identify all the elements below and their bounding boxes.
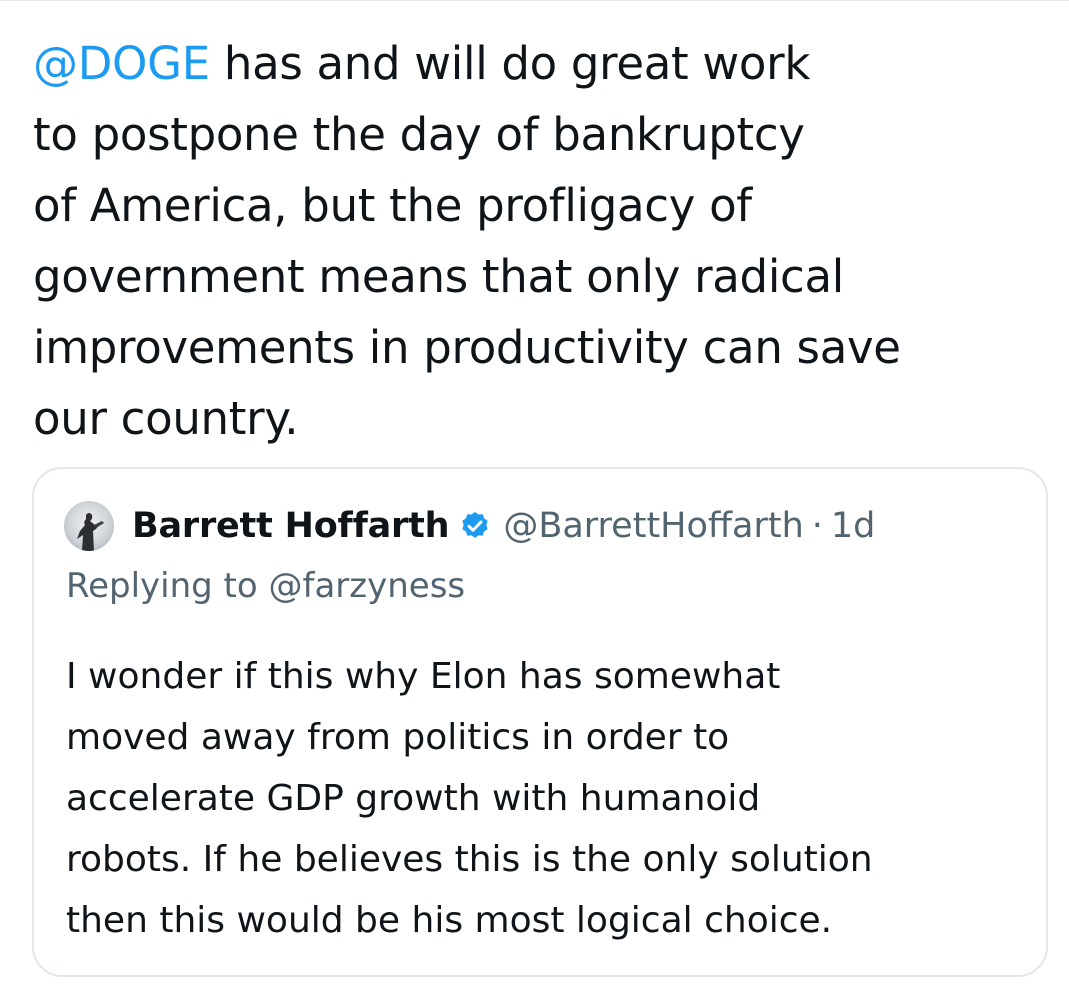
user-handle[interactable]: @BarrettHoffarth (503, 506, 803, 546)
replying-to-handle[interactable]: @farzyness (269, 566, 466, 606)
separator-dot: · (811, 506, 823, 546)
quoted-tweet-card[interactable]: Barrett Hoffarth @BarrettHoffarth · 1d R… (32, 467, 1048, 977)
display-name[interactable]: Barrett Hoffarth (132, 506, 450, 546)
tweet-line-5: improvements in productivity can save (33, 321, 901, 374)
timestamp[interactable]: 1d (831, 506, 876, 546)
quote-line-5: then this would be his most logical choi… (66, 900, 833, 941)
quote-line-4: robots. If he believes this is the only … (66, 839, 873, 880)
quoted-tweet-text: I wonder if this why Elon has somewhat m… (66, 646, 1026, 951)
replying-to: Replying to @farzyness (66, 566, 465, 606)
avatar-figure-icon (77, 513, 104, 551)
avatar[interactable] (64, 501, 114, 551)
tweet-line-2: to postpone the day of bankruptcy (33, 108, 805, 161)
tweet-line-3: of America, but the profligacy of (33, 179, 752, 232)
replying-to-label: Replying to (66, 566, 269, 606)
tweet-line-4: government means that only radical (33, 250, 844, 303)
tweet-text: @DOGE has and will do great work to post… (33, 28, 1043, 454)
doge-mention-link[interactable]: @DOGE (33, 37, 210, 90)
verified-badge-icon (462, 512, 488, 538)
tweet-line-1: @DOGE has and will do great work (33, 37, 811, 90)
tweet-line-6: our country. (33, 392, 299, 445)
top-divider (0, 0, 1069, 4)
quote-line-1: I wonder if this why Elon has somewhat (66, 656, 781, 697)
quoted-tweet-header: Barrett Hoffarth @BarrettHoffarth · 1d (64, 501, 875, 551)
quote-line-3: accelerate GDP growth with humanoid (66, 778, 761, 819)
quote-line-2: moved away from politics in order to (66, 717, 730, 758)
